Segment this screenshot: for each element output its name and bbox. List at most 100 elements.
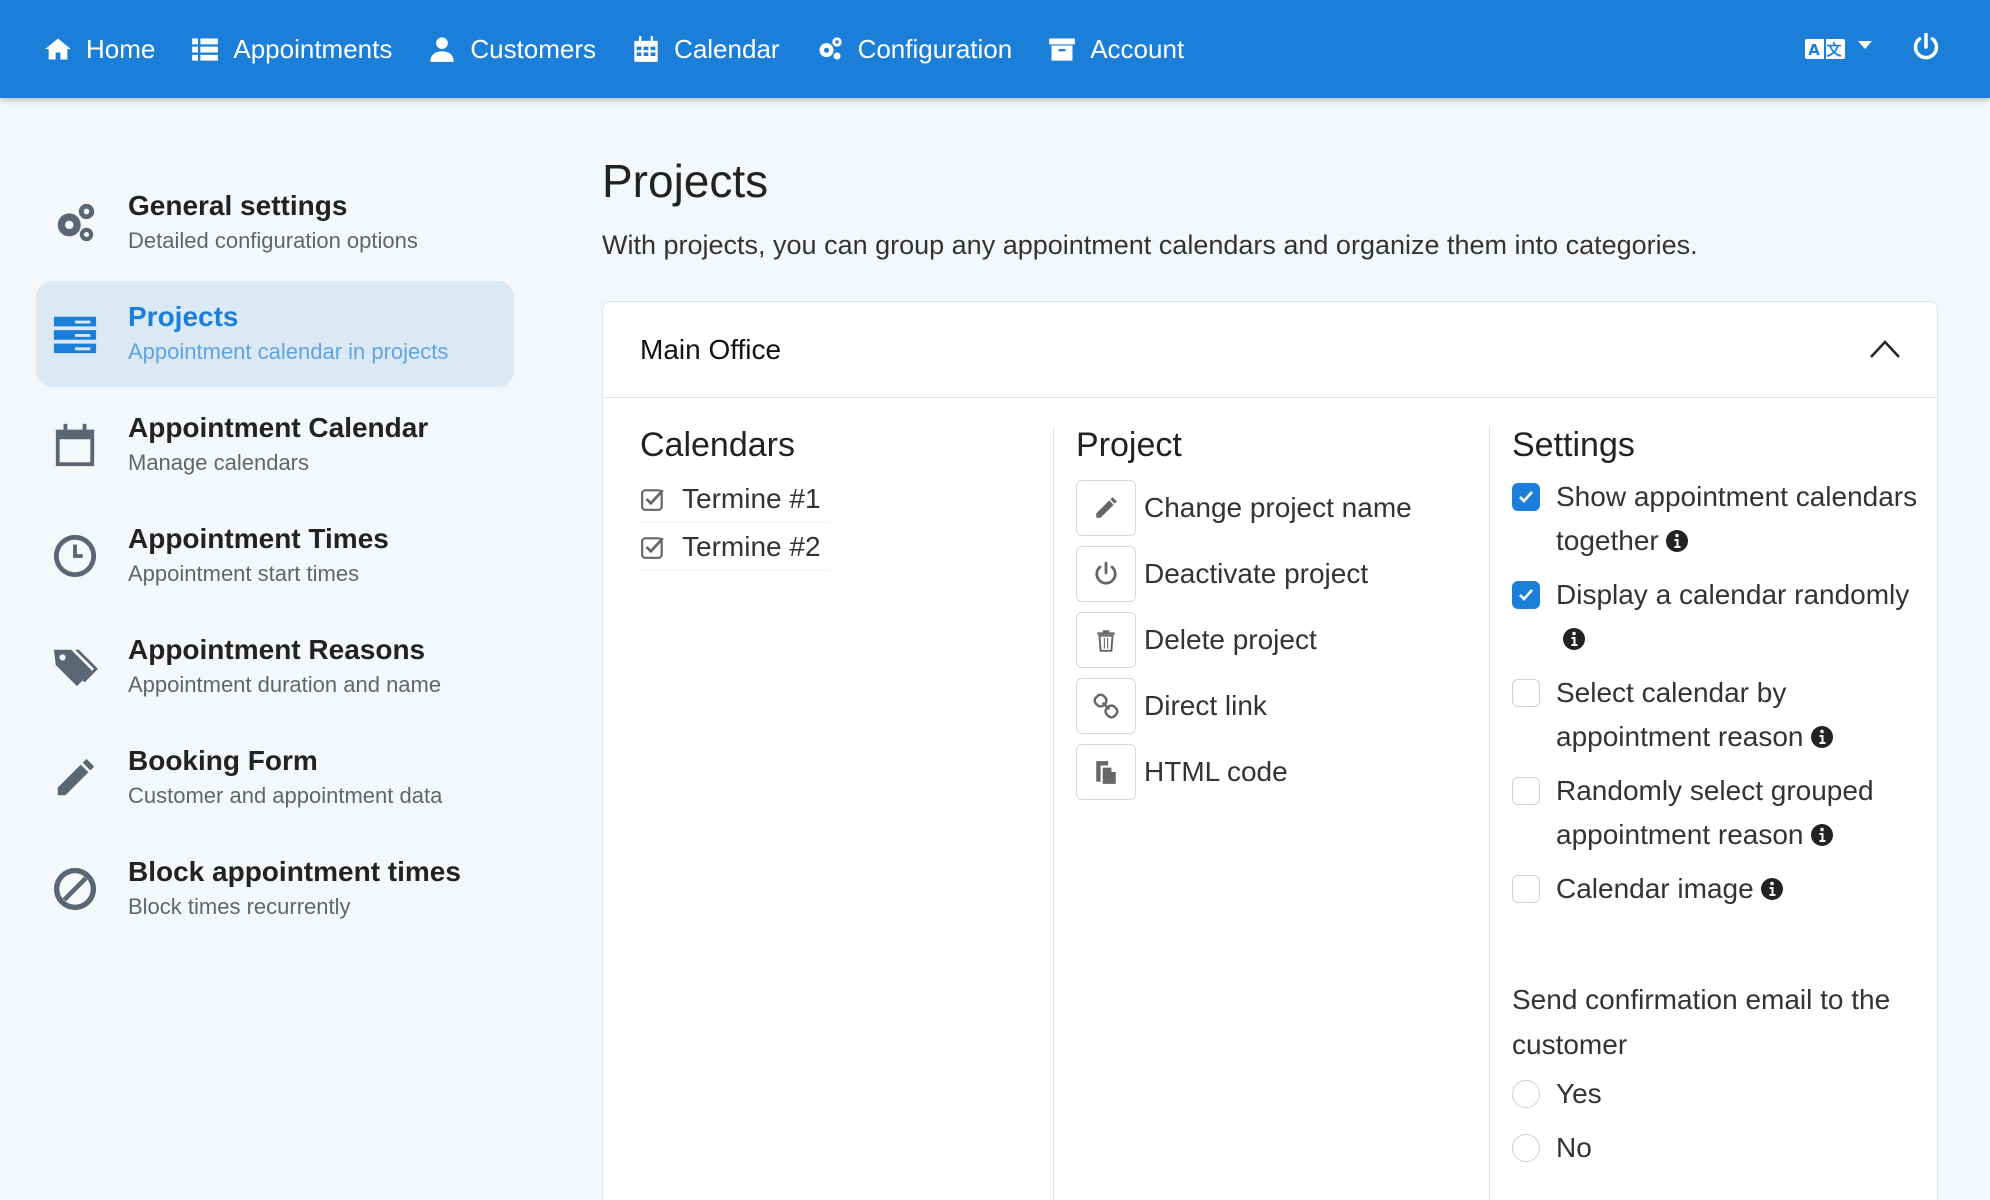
setting-checkbox[interactable]	[1512, 875, 1540, 903]
sidebar-item-appointment-times[interactable]: Appointment Times Appointment start time…	[36, 503, 514, 609]
radio-no[interactable]	[1512, 1134, 1540, 1162]
nav-appointments[interactable]: Appointments	[191, 0, 392, 98]
language-dropdown[interactable]: A文	[1804, 36, 1872, 62]
setting-calendar-image: Calendar image	[1512, 867, 1939, 911]
check-icon	[1519, 491, 1533, 503]
svg-text:文: 文	[1826, 41, 1842, 59]
power-icon	[1913, 31, 1939, 59]
delete-project-button[interactable]	[1076, 612, 1136, 668]
change-project-name-button[interactable]	[1076, 480, 1136, 536]
pencil-icon	[1096, 497, 1117, 518]
sidebar-item-subtitle: Appointment duration and name	[128, 672, 442, 697]
project-card-header[interactable]: Main Office	[603, 302, 1937, 398]
checked-square-icon	[641, 488, 664, 511]
copy-icon	[1096, 761, 1116, 784]
sidebar-item-subtitle: Appointment start times	[128, 561, 360, 586]
deactivate-project-button[interactable]	[1076, 546, 1136, 602]
archive-icon	[1049, 38, 1076, 61]
calendar-item[interactable]: Termine #2	[640, 523, 830, 571]
info-icon[interactable]	[1760, 877, 1784, 901]
pencil-icon	[57, 758, 95, 796]
user-icon	[430, 37, 455, 62]
direct-link-button[interactable]	[1076, 678, 1136, 734]
settings-column: Settings Show appointment calendars toge…	[1489, 426, 1939, 1200]
sidebar-item-subtitle: Block times recurrently	[128, 894, 351, 919]
html-code-action[interactable]: HTML code	[1076, 739, 1489, 805]
sidebar-item-title: Appointment Calendar	[128, 412, 429, 443]
nav-calendar[interactable]: Calendar	[632, 0, 780, 98]
tags-icon	[53, 649, 98, 687]
setting-checkbox[interactable]	[1512, 777, 1540, 805]
html-code-button[interactable]	[1076, 744, 1136, 800]
direct-link-action[interactable]: Direct link	[1076, 673, 1489, 739]
radio-yes[interactable]	[1512, 1080, 1540, 1108]
svg-text:A: A	[1808, 41, 1820, 59]
deactivate-project-action[interactable]: Deactivate project	[1076, 541, 1489, 607]
chevron-down-icon	[1858, 41, 1872, 49]
sidebar-item-title: Block appointment times	[128, 856, 461, 887]
nav-configuration[interactable]: Configuration	[816, 0, 1012, 98]
trash-icon	[1097, 630, 1115, 652]
setting-checkbox[interactable]	[1512, 679, 1540, 707]
check-icon	[1519, 589, 1533, 601]
sidebar-item-title: Projects	[128, 301, 239, 332]
sidebar-item-appointment-calendar[interactable]: Appointment Calendar Manage calendars	[36, 392, 514, 498]
nav-home[interactable]: Home	[44, 0, 155, 98]
sidebar-item-general-settings[interactable]: General settings Detailed configuration …	[36, 170, 514, 276]
calendar-item[interactable]: Termine #1	[640, 475, 830, 523]
ban-icon	[53, 867, 97, 911]
info-icon[interactable]	[1562, 627, 1586, 651]
sidebar-item-title: Booking Form	[128, 745, 318, 776]
setting-checkbox[interactable]	[1512, 483, 1540, 511]
calendars-column: Calendars Termine #1 Termine #2	[640, 426, 1040, 1200]
sidebar-item-block-appointment-times[interactable]: Block appointment times Block times recu…	[36, 836, 514, 942]
home-icon	[45, 38, 71, 60]
calendar-icon	[634, 36, 658, 62]
email-option-yes[interactable]: Yes	[1512, 1067, 1939, 1121]
power-icon	[1095, 561, 1117, 585]
server-icon	[53, 316, 97, 354]
sidebar-item-projects[interactable]: Projects Appointment calendar in project…	[36, 281, 514, 387]
sidebar-item-subtitle: Customer and appointment data	[128, 783, 443, 808]
sidebar-item-booking-form[interactable]: Booking Form Customer and appointment da…	[36, 725, 514, 831]
settings-sidebar: General settings Detailed configuration …	[36, 170, 514, 947]
sidebar-item-subtitle: Appointment calendar in projects	[128, 339, 449, 364]
gears-icon	[819, 37, 842, 60]
setting-select-by-reason: Select calendar by appointment reason	[1512, 671, 1939, 759]
project-heading: Project	[1076, 426, 1182, 464]
settings-heading: Settings	[1512, 426, 1635, 464]
calendars-heading: Calendars	[640, 426, 795, 464]
info-icon[interactable]	[1665, 529, 1689, 553]
list-icon	[192, 38, 219, 61]
confirmation-email-label: Send confirmation email to the customer	[1512, 984, 1891, 1060]
logout-button[interactable]	[1912, 31, 1940, 66]
page-description: With projects, you can group any appoint…	[602, 230, 1698, 260]
gears-icon	[57, 203, 95, 242]
translate-icon: A文	[1805, 39, 1845, 59]
sidebar-item-title: General settings	[128, 190, 348, 221]
calendar-icon	[55, 423, 95, 467]
project-card: Main Office Calendars Termine #1 Termine…	[602, 301, 1938, 1200]
change-project-name-action[interactable]: Change project name	[1076, 475, 1489, 541]
clock-icon	[53, 534, 97, 578]
setting-randomly-select-grouped-reason: Randomly select grouped appointment reas…	[1512, 769, 1939, 857]
sidebar-item-title: Appointment Reasons	[128, 634, 426, 665]
project-column: Project Change project name Deactivate p…	[1053, 426, 1489, 1200]
setting-display-calendar-randomly: Display a calendar randomly	[1512, 573, 1939, 661]
info-icon[interactable]	[1810, 823, 1834, 847]
delete-project-action[interactable]: Delete project	[1076, 607, 1489, 673]
sidebar-item-subtitle: Manage calendars	[128, 450, 310, 475]
sidebar-item-title: Appointment Times	[128, 523, 389, 554]
nav-customers[interactable]: Customers	[428, 0, 596, 98]
nav-account[interactable]: Account	[1048, 0, 1184, 98]
email-option-no[interactable]: No	[1512, 1121, 1939, 1175]
setting-show-calendars-together: Show appointment calendars together	[1512, 475, 1939, 563]
setting-checkbox[interactable]	[1512, 581, 1540, 609]
sidebar-item-appointment-reasons[interactable]: Appointment Reasons Appointment duration…	[36, 614, 514, 720]
top-navbar: Home Appointments Customers Calendar Con…	[0, 0, 1990, 98]
info-icon[interactable]	[1810, 725, 1834, 749]
checked-square-icon	[641, 536, 664, 559]
project-name: Main Office	[640, 333, 782, 365]
sidebar-item-subtitle: Detailed configuration options	[128, 228, 418, 253]
chevron-up-icon[interactable]	[1869, 338, 1901, 360]
